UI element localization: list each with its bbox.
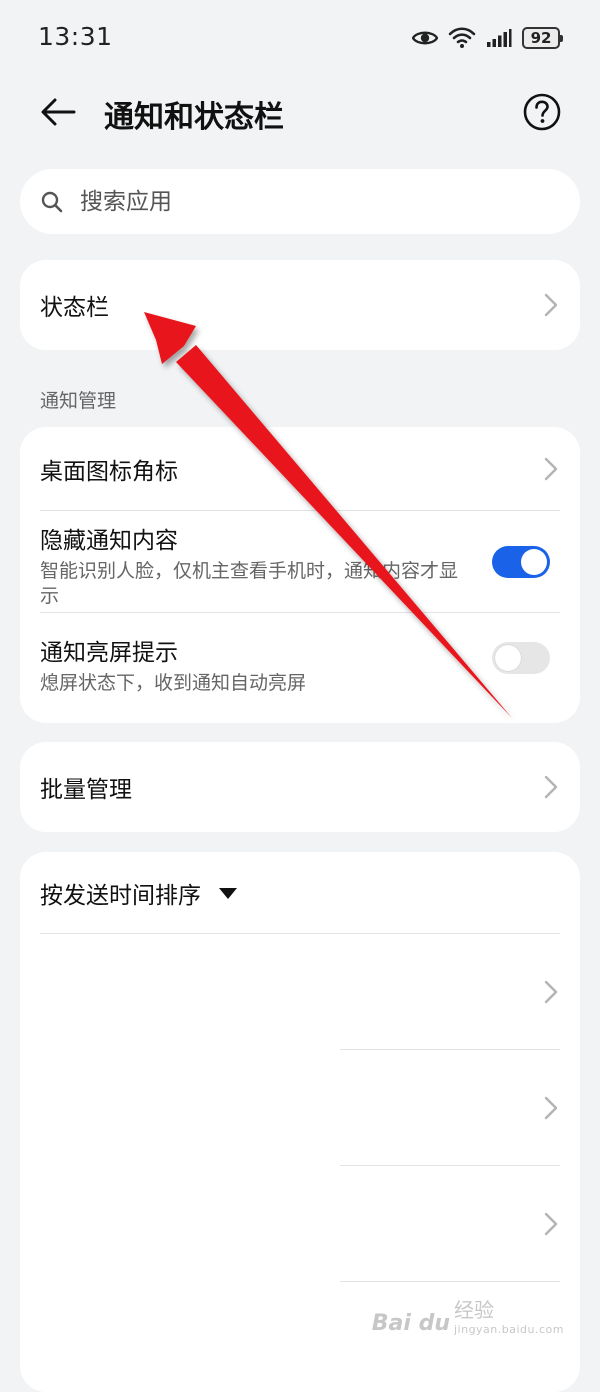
chevron-right-icon: [544, 293, 558, 317]
chevron-right-icon: [544, 457, 558, 481]
chevron-right-icon: [544, 775, 558, 799]
notification-wake-screen-subtitle: 熄屏状态下，收到通知自动亮屏: [40, 672, 307, 694]
status-bar: 13:31 92: [0, 0, 600, 76]
search-icon: [41, 191, 63, 212]
notification-wake-screen-row[interactable]: 通知亮屏提示 熄屏状态下，收到通知自动亮屏: [20, 613, 580, 723]
notification-wake-screen-title: 通知亮屏提示: [40, 640, 178, 666]
chevron-right-icon: [544, 980, 558, 1004]
battery-level: 92: [530, 29, 552, 47]
back-button[interactable]: [32, 90, 84, 134]
hide-notification-content-toggle[interactable]: [492, 546, 550, 578]
notification-wake-screen-toggle[interactable]: [492, 642, 550, 674]
page-header: 通知和状态栏: [0, 76, 600, 148]
list-item[interactable]: [20, 1166, 580, 1282]
watermark-logo: Bai du: [371, 1311, 450, 1336]
hide-notification-content-subtitle: 智能识别人脸，仅机主查看手机时，通知内容才显示: [40, 560, 459, 607]
dropdown-arrow-icon: [219, 887, 237, 899]
signal-icon: [487, 29, 512, 47]
sort-selector[interactable]: 按发送时间排序: [40, 852, 560, 934]
sort-row[interactable]: 按发送时间排序: [20, 852, 580, 934]
battery-icon: 92: [522, 27, 563, 49]
watermark-url: jingyan.baidu.com: [453, 1323, 564, 1336]
search-bar[interactable]: [20, 169, 580, 234]
desktop-icon-badge-row[interactable]: 桌面图标角标: [20, 427, 580, 511]
notification-management-card: 桌面图标角标 隐藏通知内容 智能识别人脸，仅机主查看手机时，通知内容才显示 通知…: [20, 427, 580, 723]
batch-management-row[interactable]: 批量管理: [20, 742, 580, 832]
status-bar-card: 状态栏: [20, 260, 580, 350]
hide-notification-content-title: 隐藏通知内容: [40, 528, 178, 554]
help-button[interactable]: [522, 92, 562, 132]
wifi-icon: [448, 27, 476, 48]
hide-notification-content-row[interactable]: 隐藏通知内容 智能识别人脸，仅机主查看手机时，通知内容才显示: [20, 511, 580, 613]
section-label-notification-management: 通知管理: [40, 390, 117, 412]
watermark: Bai du 经验 jingyan.baidu.com: [372, 1294, 564, 1336]
status-icons: 92: [412, 24, 563, 52]
sort-title: 按发送时间排序: [40, 883, 201, 909]
batch-management-card: 批量管理: [20, 742, 580, 832]
desktop-icon-badge-title: 桌面图标角标: [40, 459, 178, 485]
watermark-text: 经验 jingyan.baidu.com: [454, 1294, 564, 1336]
help-icon: [523, 93, 561, 131]
toggle-knob: [521, 549, 547, 575]
watermark-brand: 经验: [453, 1298, 494, 1322]
divider: [340, 1281, 560, 1282]
chevron-right-icon: [544, 1212, 558, 1236]
page-title: 通知和状态栏: [104, 100, 284, 135]
back-arrow-icon: [41, 98, 76, 126]
list-item[interactable]: [20, 934, 580, 1050]
list-item[interactable]: [20, 1050, 580, 1166]
status-time: 13:31: [38, 22, 113, 51]
toggle-knob: [495, 645, 521, 671]
eye-icon: [412, 31, 438, 45]
batch-management-title: 批量管理: [40, 777, 132, 803]
status-bar-row-title: 状态栏: [40, 295, 109, 321]
status-bar-row[interactable]: 状态栏: [20, 260, 580, 350]
chevron-right-icon: [544, 1096, 558, 1120]
search-input[interactable]: [78, 187, 552, 216]
